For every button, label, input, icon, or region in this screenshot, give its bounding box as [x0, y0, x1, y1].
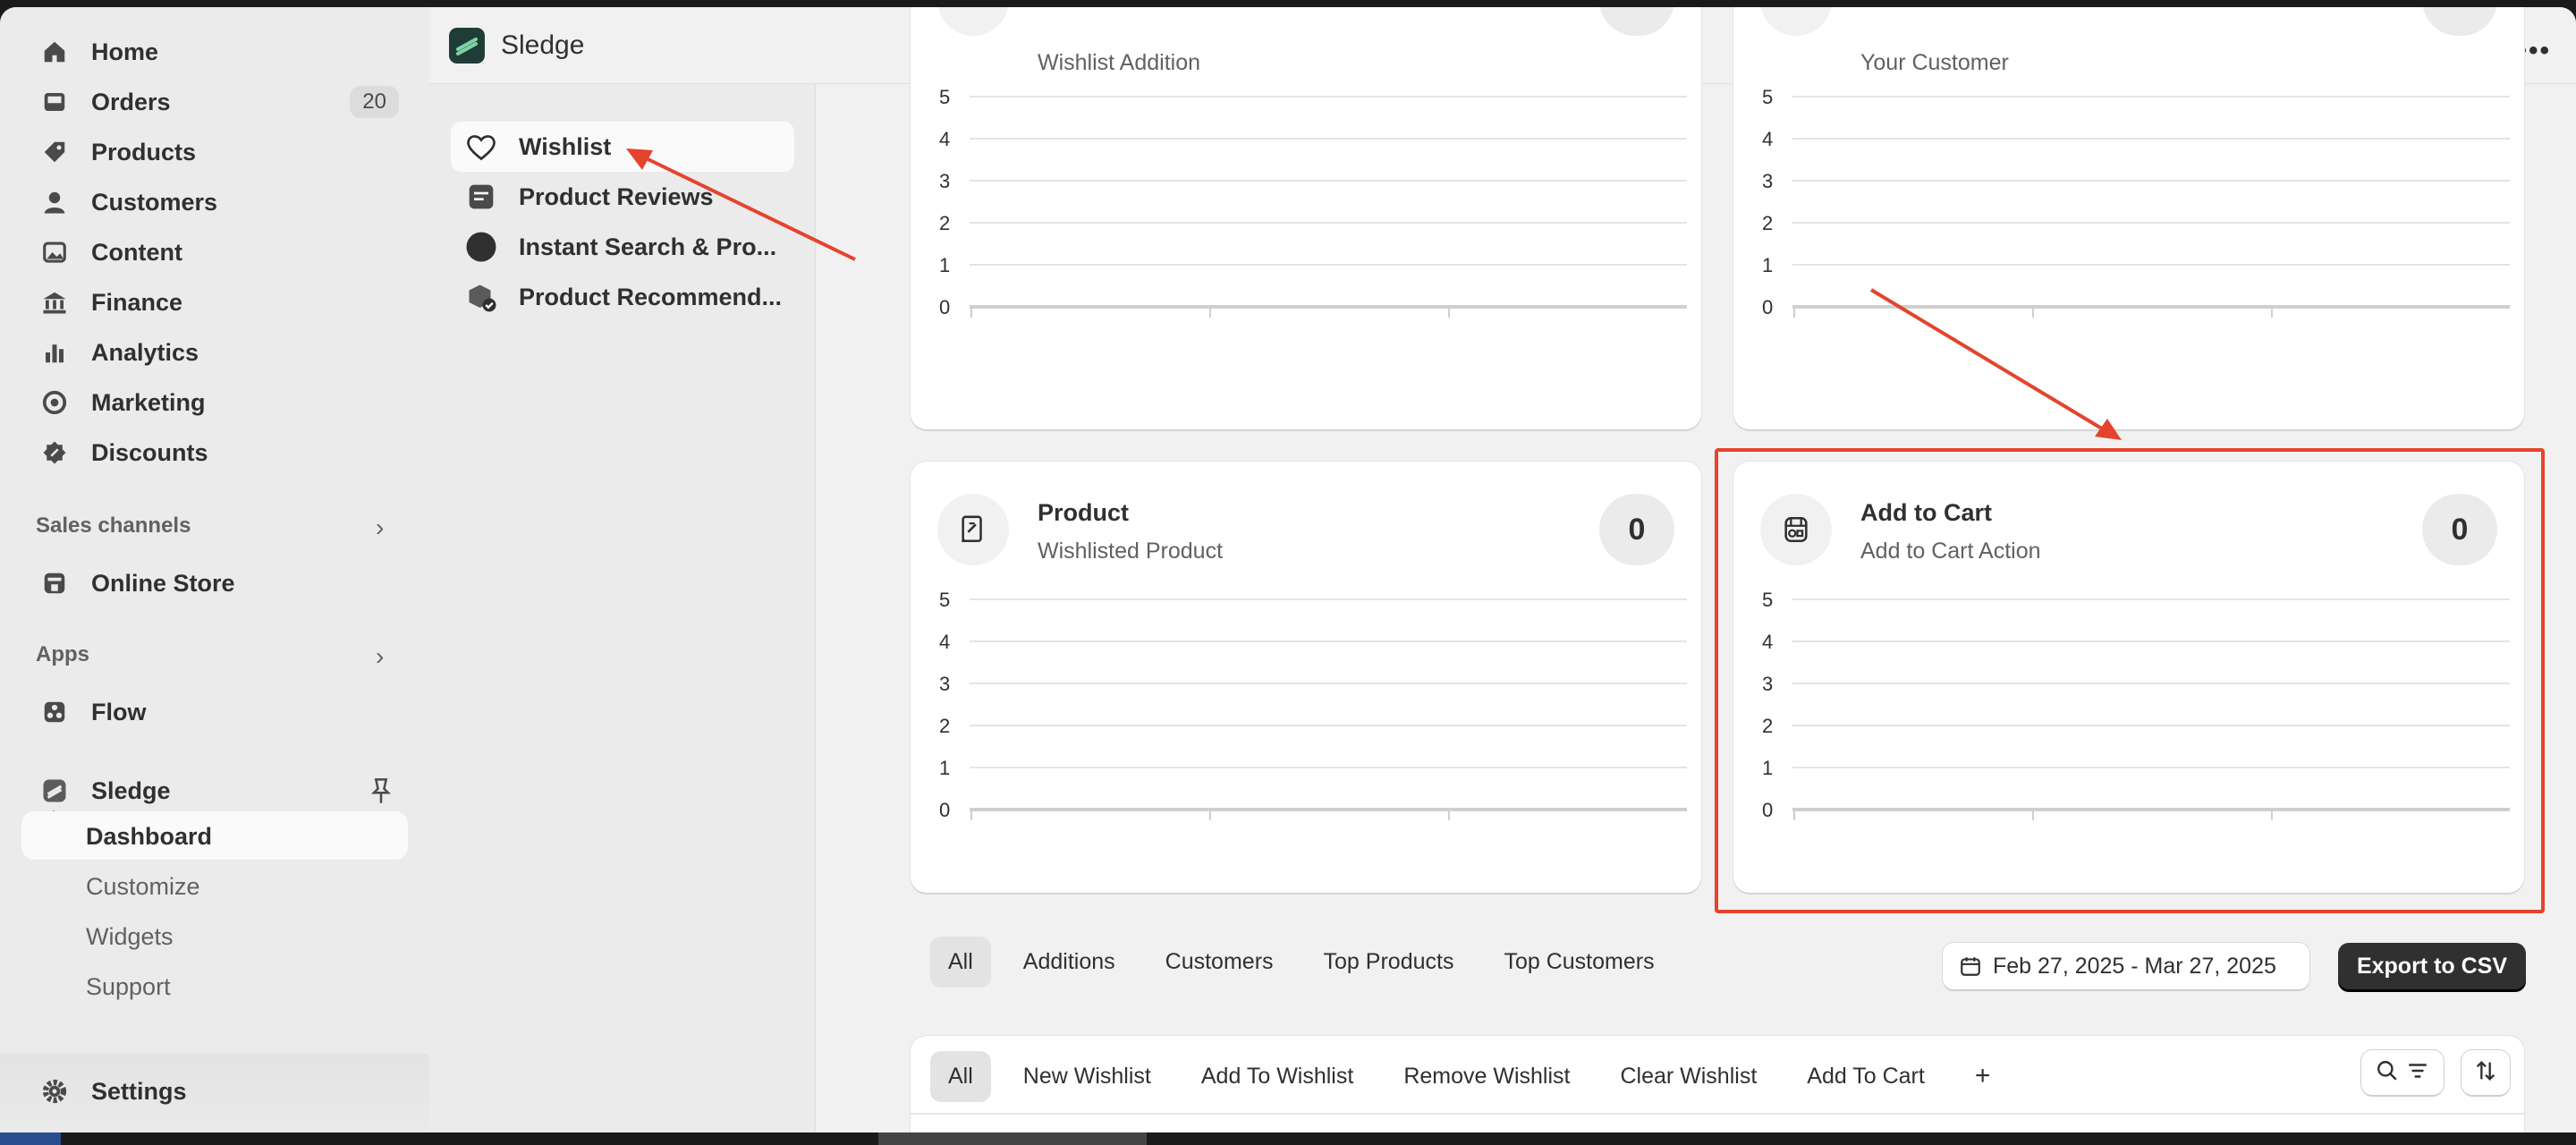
annotation-arrows: [626, 148, 2122, 440]
taskbar-segment: [878, 1132, 1147, 1145]
annotation-arrow-add-to-cart: [1869, 288, 2111, 435]
taskbar-segment: [0, 1132, 61, 1145]
annotation-arrow-wishlist: [636, 152, 856, 261]
taskbar-strip: [0, 1132, 2576, 1145]
window-frame: Home Orders 20 Products Customers Conten…: [0, 7, 2576, 1145]
